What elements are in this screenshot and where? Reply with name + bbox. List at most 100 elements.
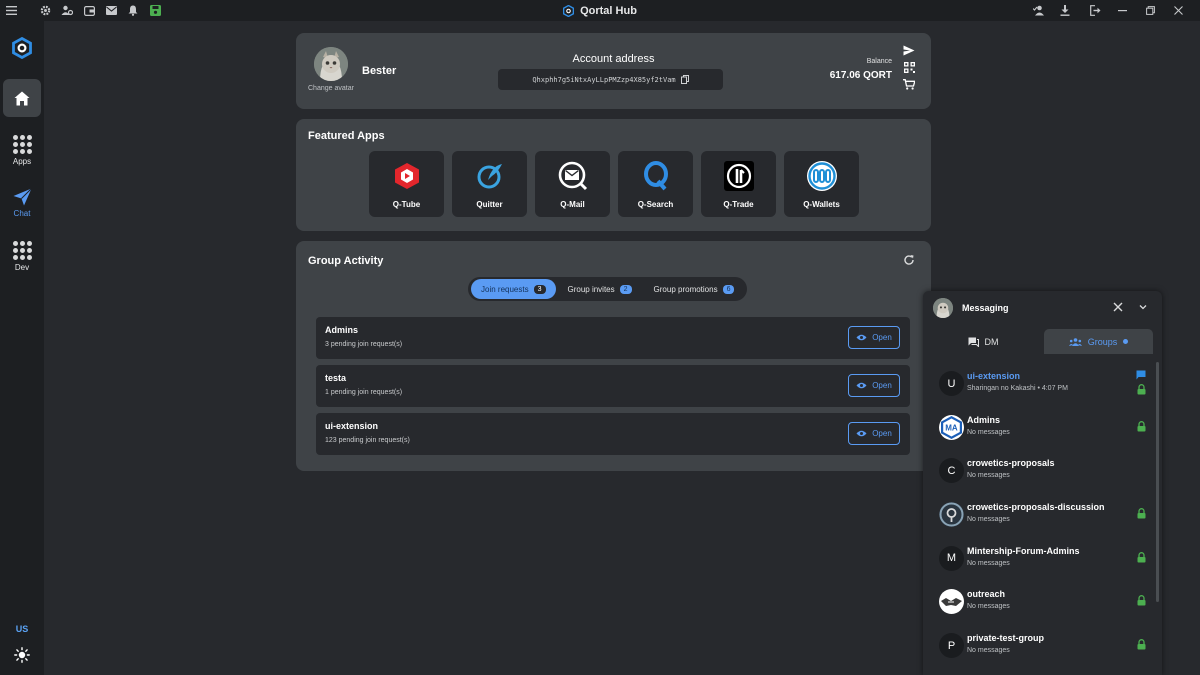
restore-icon[interactable] — [1136, 0, 1164, 21]
group-name: Mintership-Forum-Admins — [967, 545, 1080, 556]
chevron-down-icon[interactable] — [1138, 302, 1148, 312]
quitter-icon — [473, 159, 506, 192]
open-button[interactable]: Open — [848, 326, 900, 349]
users-icon[interactable] — [56, 0, 78, 21]
wallet-icon[interactable] — [78, 0, 100, 21]
app-q-mail[interactable]: Q-Mail — [535, 151, 610, 217]
app-quitter[interactable]: Quitter — [452, 151, 527, 217]
group-list: U ui-extension Sharingan no Kakashi • 4:… — [923, 362, 1162, 668]
group-item-mintership-forum-admins[interactable]: M Mintership-Forum-Admins No messages — [923, 537, 1162, 581]
messaging-panel: Messaging DM Groups U ui-extension Shari… — [923, 291, 1162, 675]
app-q-wallets[interactable]: Q-Wallets — [784, 151, 859, 217]
app-q-tube[interactable]: Q-Tube — [369, 151, 444, 217]
bell-icon[interactable] — [122, 0, 144, 21]
account-address-label: Account address — [572, 53, 655, 65]
sidebar-item-chat[interactable]: Chat — [0, 188, 44, 218]
group-name: Admins — [325, 325, 359, 335]
apps-grid-icon — [12, 135, 32, 154]
group-last-message: No messages — [967, 559, 1010, 567]
open-button-label: Open — [872, 333, 892, 342]
app-label: Q-Search — [637, 200, 674, 209]
tab-groups[interactable]: Groups — [1044, 329, 1153, 354]
title-bar: Qortal Hub — [0, 0, 1200, 21]
group-last-message: No messages — [967, 647, 1010, 655]
settings-icon[interactable] — [34, 0, 56, 21]
download-icon[interactable] — [1052, 0, 1078, 21]
tab-group-promotions[interactable]: Group promotions 6 — [644, 279, 745, 299]
app-label: Q-Wallets — [803, 200, 840, 209]
eye-icon — [856, 382, 867, 389]
open-button[interactable]: Open — [848, 422, 900, 445]
group-name: private-test-group — [967, 633, 1045, 644]
cart-icon[interactable] — [903, 79, 915, 90]
q-search-icon — [639, 159, 672, 192]
sidebar-item-label: Chat — [13, 209, 31, 218]
refresh-icon[interactable] — [903, 254, 915, 266]
user-check-icon[interactable] — [1026, 0, 1052, 21]
app-label: Q-Tube — [392, 200, 421, 209]
featured-apps-panel: Featured Apps Q-Tube Quitter Q-Mail Q-Se… — [296, 119, 931, 231]
group-item-private-test-group[interactable]: P private-test-group No messages — [923, 624, 1162, 668]
scrollbar[interactable] — [1156, 362, 1159, 602]
lock-icon — [1137, 639, 1146, 650]
sidebar-item-dev[interactable]: Dev — [0, 241, 44, 272]
app-label: Quitter — [476, 200, 503, 209]
sun-icon[interactable] — [14, 647, 30, 663]
group-last-message: No messages — [967, 603, 1010, 611]
language-selector[interactable]: US — [0, 624, 44, 634]
pending-requests-text: 123 pending join request(s) — [325, 437, 410, 444]
open-button-label: Open — [872, 381, 892, 390]
send-icon[interactable] — [903, 45, 915, 56]
app-label: Q-Mail — [560, 200, 585, 209]
count-badge: 6 — [722, 284, 735, 294]
close-icon[interactable] — [1112, 301, 1124, 313]
app-q-trade[interactable]: Q-Trade — [701, 151, 776, 217]
send-icon — [13, 188, 32, 206]
open-button[interactable]: Open — [848, 374, 900, 397]
group-item-outreach[interactable]: outreach No messages — [923, 580, 1162, 624]
unread-dot — [1123, 339, 1129, 344]
copy-icon[interactable] — [680, 75, 689, 84]
app-q-search[interactable]: Q-Search — [618, 151, 693, 217]
pending-requests-text: 3 pending join request(s) — [325, 341, 403, 348]
group-item-ui-extension[interactable]: U ui-extension Sharingan no Kakashi • 4:… — [923, 362, 1162, 406]
account-name: Bester — [362, 65, 397, 77]
messaging-header[interactable]: Messaging — [923, 291, 1162, 324]
group-logo-icon — [939, 502, 964, 527]
mail-icon[interactable] — [100, 0, 122, 21]
group-avatar: MA — [939, 414, 964, 440]
save-icon[interactable] — [144, 0, 166, 21]
group-name: crowetics-proposals-discussion — [967, 502, 1105, 513]
tab-group-invites[interactable]: Group invites 2 — [558, 279, 642, 299]
group-item-admins[interactable]: MA Admins No messages — [923, 406, 1162, 450]
group-avatar: U — [939, 371, 964, 396]
lock-icon — [1137, 384, 1146, 395]
qr-code-icon[interactable] — [903, 62, 915, 73]
group-name: Admins — [967, 414, 1001, 425]
count-badge: 2 — [619, 284, 632, 294]
menu-icon[interactable] — [0, 0, 22, 21]
avatar — [933, 297, 953, 318]
group-item-crowetics-proposals-discussion[interactable]: crowetics-proposals-discussion No messag… — [923, 493, 1162, 537]
group-name: crowetics-proposals — [967, 458, 1055, 469]
sidebar-item-label: Apps — [12, 157, 32, 166]
lock-icon — [1137, 508, 1146, 519]
group-last-message: Sharingan no Kakashi • 4:07 PM — [967, 385, 1068, 392]
tab-join-requests[interactable]: Join requests 3 — [471, 279, 556, 299]
minimize-icon[interactable] — [1108, 0, 1136, 21]
app-title-text: Qortal Hub — [580, 4, 637, 17]
group-avatar — [939, 502, 964, 528]
tab-dm[interactable]: DM — [923, 329, 1043, 354]
sidebar-item-apps[interactable]: Apps — [0, 135, 44, 166]
featured-apps-title: Featured Apps — [308, 130, 385, 142]
account-panel: Bester Change avatar Account address Qhx… — [296, 33, 931, 109]
logout-icon[interactable] — [1082, 0, 1108, 21]
account-address-field[interactable]: Qhxphh7g5iNtxAyLLpPMZzp4X85yf2tVam — [498, 69, 723, 90]
group-item-crowetics-proposals[interactable]: C crowetics-proposals No messages — [923, 449, 1162, 493]
chat-bubble-icon — [968, 337, 979, 347]
q-mail-icon — [556, 159, 589, 192]
sidebar-item-home[interactable] — [3, 79, 41, 117]
close-icon[interactable] — [1164, 0, 1192, 21]
list-item: testa 1 pending join request(s) Open — [316, 365, 910, 407]
change-avatar-link[interactable]: Change avatar — [308, 85, 354, 92]
